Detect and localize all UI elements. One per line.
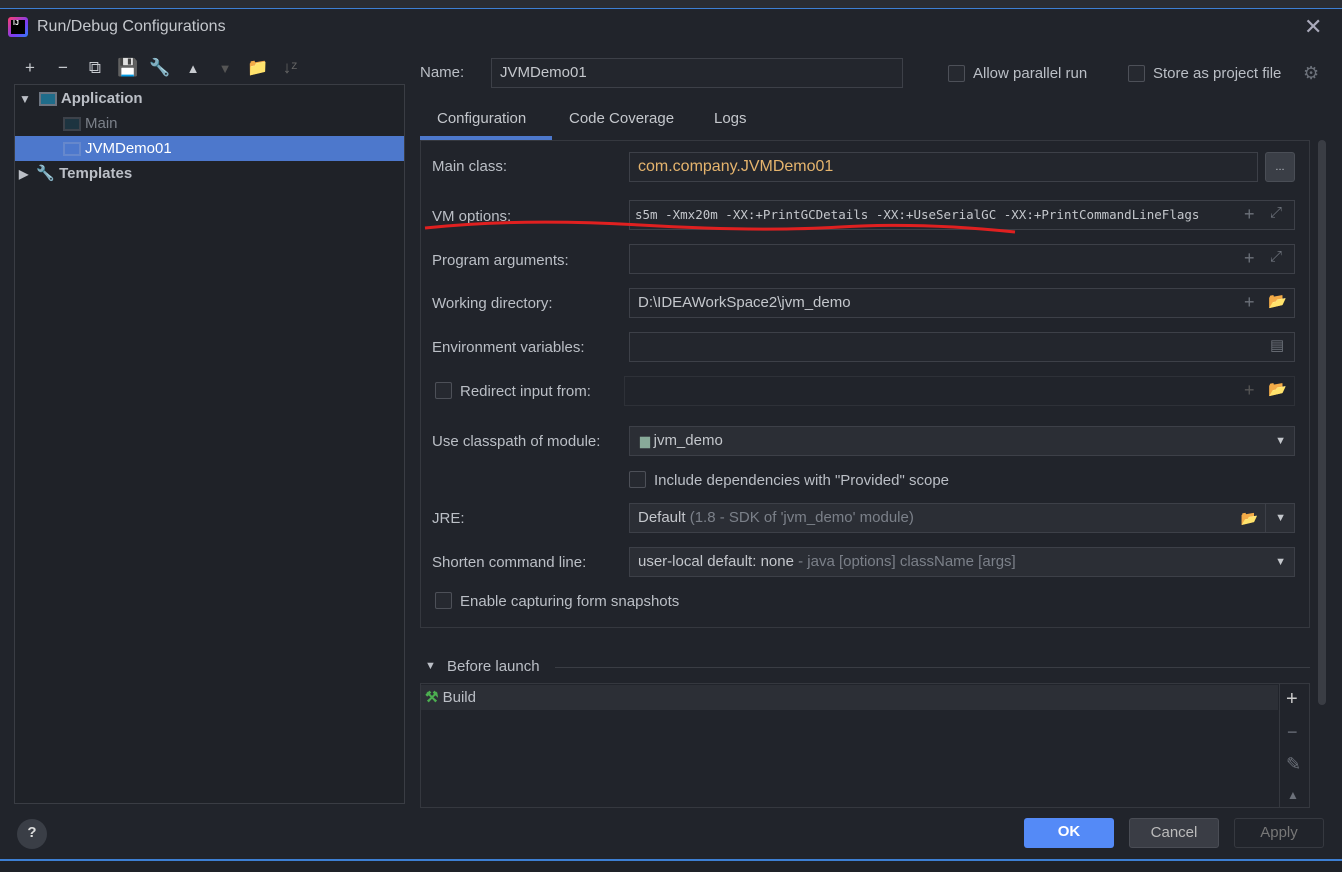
intellij-logo-icon: IJ xyxy=(8,17,28,37)
redirect-input-checkbox[interactable] xyxy=(435,382,452,399)
edit-icon[interactable]: ✎ xyxy=(1286,754,1301,775)
env-vars-label: Environment variables: xyxy=(432,339,585,356)
redirect-input-field[interactable] xyxy=(624,376,1295,406)
folder-icon[interactable]: 📂 xyxy=(1268,380,1287,398)
store-project-checkbox[interactable] xyxy=(1128,65,1145,82)
build-label: Build xyxy=(442,689,476,706)
cancel-button[interactable]: Cancel xyxy=(1129,818,1219,848)
snapshots-label: Enable capturing form snapshots xyxy=(460,593,680,610)
add-icon[interactable]: + xyxy=(1244,204,1255,225)
jre-hint: (1.8 - SDK of 'jvm_demo' module) xyxy=(689,509,914,526)
tree-label: Application xyxy=(60,90,143,107)
jre-label: JRE: xyxy=(432,510,465,527)
program-args-label: Program arguments: xyxy=(432,252,569,269)
before-launch-title: Before launch xyxy=(447,658,540,675)
chevron-down-icon: ▼ xyxy=(1275,556,1286,568)
remove-icon[interactable]: − xyxy=(1287,722,1298,743)
move-down-icon[interactable]: ▼ xyxy=(214,61,236,76)
module-icon: ▆ xyxy=(640,433,654,448)
chevron-down-icon[interactable]: ▼ xyxy=(1275,504,1286,532)
tree-item-main[interactable]: Main xyxy=(15,111,404,136)
add-icon[interactable]: + xyxy=(1244,292,1255,313)
move-up-icon[interactable]: ▲ xyxy=(182,61,204,76)
red-underline-annotation xyxy=(424,220,1016,234)
shorten-label: Shorten command line: xyxy=(432,554,587,571)
remove-icon[interactable]: − xyxy=(52,58,74,78)
allow-parallel-checkbox[interactable] xyxy=(948,65,965,82)
scrollbar[interactable] xyxy=(1318,140,1326,705)
folder-icon[interactable]: 📂 xyxy=(1241,504,1258,532)
main-class-input[interactable]: com.company.JVMDemo01 xyxy=(629,152,1258,182)
folder-icon[interactable]: 📂 xyxy=(1268,292,1287,310)
provided-scope-checkbox[interactable] xyxy=(629,471,646,488)
config-tree: ▼ Application Main JVMDemo01 ▶ 🔧 Templates xyxy=(14,84,405,804)
application-icon xyxy=(63,117,81,132)
add-icon[interactable]: + xyxy=(1244,248,1255,269)
env-vars-input[interactable] xyxy=(629,332,1295,362)
copy-icon[interactable]: ⧉ xyxy=(84,58,106,78)
shorten-select[interactable]: user-local default: none - java [options… xyxy=(629,547,1295,577)
expand-icon[interactable]: ⤢ xyxy=(1270,248,1282,265)
working-dir-input[interactable]: D:\IDEAWorkSpace2\jvm_demo xyxy=(629,288,1295,318)
working-dir-label: Working directory: xyxy=(432,295,553,312)
name-input[interactable]: JVMDemo01 xyxy=(491,58,903,88)
close-icon[interactable]: ✕ xyxy=(1304,14,1322,40)
new-folder-icon[interactable]: 📁 xyxy=(247,58,269,78)
main-class-label: Main class: xyxy=(432,158,508,175)
apply-button[interactable]: Apply xyxy=(1234,818,1324,848)
wrench-icon[interactable]: 🔧 xyxy=(149,58,171,78)
classpath-select[interactable]: ▆ jvm_demo ▼ xyxy=(629,426,1295,456)
classpath-label: Use classpath of module: xyxy=(432,433,601,450)
chevron-down-icon: ▼ xyxy=(1275,435,1286,447)
save-icon[interactable]: 💾 xyxy=(117,58,139,78)
add-icon[interactable]: + xyxy=(1244,380,1255,401)
tree-label: Main xyxy=(85,115,118,132)
provided-scope-label: Include dependencies with "Provided" sco… xyxy=(654,472,950,489)
store-project-label: Store as project file xyxy=(1153,65,1282,82)
tree-item-jvmdemo01[interactable]: JVMDemo01 xyxy=(15,136,404,161)
list-icon[interactable]: ▤ xyxy=(1270,336,1284,354)
move-up-icon[interactable]: ▲ xyxy=(1287,788,1299,802)
gear-icon[interactable]: ⚙ xyxy=(1303,63,1319,84)
shorten-value: user-local default: none xyxy=(638,553,794,570)
classpath-value: jvm_demo xyxy=(653,432,723,449)
program-args-input[interactable] xyxy=(629,244,1295,274)
tree-item-application[interactable]: ▼ Application xyxy=(15,86,404,111)
expand-icon[interactable]: ⤢ xyxy=(1270,204,1282,221)
redirect-input-label: Redirect input from: xyxy=(460,383,591,400)
help-button[interactable]: ? xyxy=(17,819,47,849)
shorten-hint: - java [options] className [args] xyxy=(798,553,1016,570)
collapse-icon[interactable]: ▼ xyxy=(425,660,436,672)
tab-code-coverage[interactable]: Code Coverage xyxy=(569,110,674,127)
tab-configuration[interactable]: Configuration xyxy=(437,110,526,127)
browse-button[interactable]: ... xyxy=(1265,152,1295,182)
jre-select[interactable]: Default (1.8 - SDK of 'jvm_demo' module)… xyxy=(629,503,1295,533)
list-item[interactable]: ⚒ Build xyxy=(421,685,1278,710)
build-hammer-icon: ⚒ xyxy=(425,689,439,706)
sort-icon[interactable]: ↓ᶻ xyxy=(279,58,301,78)
application-icon xyxy=(63,142,81,157)
snapshots-checkbox[interactable] xyxy=(435,592,452,609)
application-icon xyxy=(38,92,57,107)
name-label: Name: xyxy=(420,64,465,81)
window-title: Run/Debug Configurations xyxy=(37,18,226,35)
allow-parallel-label: Allow parallel run xyxy=(973,65,1088,82)
jre-value: Default xyxy=(638,509,686,526)
tree-label: Templates xyxy=(59,165,133,182)
wrench-icon: 🔧 xyxy=(36,165,60,182)
ok-button[interactable]: OK xyxy=(1024,818,1114,848)
divider xyxy=(1279,684,1280,808)
add-icon[interactable]: + xyxy=(19,58,41,78)
background-taskbar xyxy=(0,0,1342,9)
tree-item-templates[interactable]: ▶ 🔧 Templates xyxy=(15,161,404,186)
add-icon[interactable]: + xyxy=(1286,688,1298,711)
divider xyxy=(555,667,1310,668)
tree-label: JVMDemo01 xyxy=(85,140,172,157)
tab-logs[interactable]: Logs xyxy=(714,110,747,127)
